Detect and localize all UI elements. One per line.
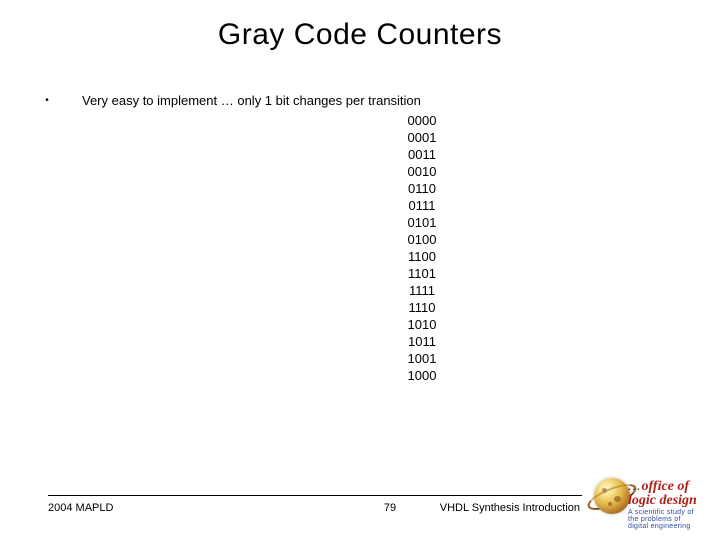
gray-code-value: 0111 <box>44 197 690 214</box>
bullet-marker-icon: • <box>44 92 50 110</box>
gray-code-value: 1111 <box>44 282 690 299</box>
slide-body: • Very easy to implement … only 1 bit ch… <box>44 92 690 384</box>
gray-code-value: 0110 <box>44 180 690 197</box>
gray-code-value: 0001 <box>44 129 690 146</box>
logo-text: ...office of logic design A scientific s… <box>628 480 702 530</box>
logo-ellipsis: ... <box>628 479 642 494</box>
gray-code-value: 1000 <box>44 367 690 384</box>
gray-code-value: 0010 <box>44 163 690 180</box>
gray-code-value: 1010 <box>44 316 690 333</box>
gray-code-value: 1001 <box>44 350 690 367</box>
gray-code-value: 1101 <box>44 265 690 282</box>
gray-code-value: 0000 <box>44 112 690 129</box>
gray-code-value: 0101 <box>44 214 690 231</box>
bullet-item: • Very easy to implement … only 1 bit ch… <box>44 92 690 110</box>
gray-code-value: 1110 <box>44 299 690 316</box>
footer-right: VHDL Synthesis Introduction <box>440 502 580 514</box>
gray-code-value: 0100 <box>44 231 690 248</box>
gray-code-list: 0000 0001 0011 0010 0110 0111 0101 0100 … <box>44 112 690 384</box>
gray-code-value: 0011 <box>44 146 690 163</box>
logo-line3: A scientific study of the problems of di… <box>628 509 702 530</box>
footer-divider <box>48 495 582 496</box>
slide: Gray Code Counters • Very easy to implem… <box>0 0 720 540</box>
old-logo: ...office of logic design A scientific s… <box>594 476 702 516</box>
gray-code-value: 1011 <box>44 333 690 350</box>
slide-title: Gray Code Counters <box>0 0 720 52</box>
bullet-text: Very easy to implement … only 1 bit chan… <box>82 92 421 110</box>
footer: 2004 MAPLD 79 VHDL Synthesis Introductio… <box>0 482 720 522</box>
gray-code-value: 1100 <box>44 248 690 265</box>
